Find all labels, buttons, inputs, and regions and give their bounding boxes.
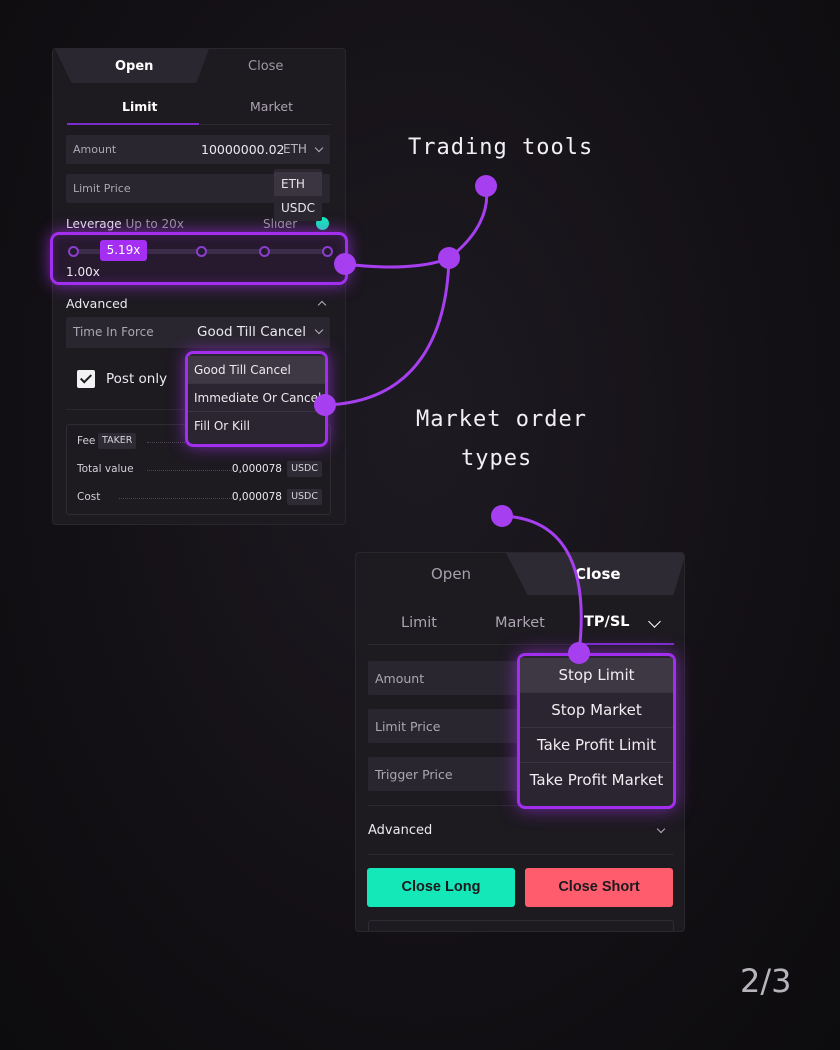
summary-box	[368, 920, 674, 931]
tif-option-good-till-cancel[interactable]: Good Till Cancel	[188, 356, 325, 384]
limit-price-label: Limit Price	[375, 719, 441, 734]
subtab-limit[interactable]: Limit	[122, 99, 158, 114]
connector-slider-to-hub	[344, 256, 450, 269]
market-order-heading-line1: Market order	[416, 407, 587, 432]
leverage-current-value: 1.00x	[66, 265, 100, 279]
subtab-tpsl[interactable]: TP/SL	[584, 614, 630, 630]
cost-row: Cost 0,000078 USDC	[77, 489, 322, 505]
amount-label: Amount	[375, 671, 425, 686]
subtab-market[interactable]: Market	[495, 615, 545, 631]
trading-tools-heading: Trading tools	[408, 135, 594, 160]
amount-currency[interactable]: ETH	[283, 142, 307, 156]
tab-close[interactable]: Close	[575, 565, 621, 583]
leverage-label-row: Leverage Up to 20x	[66, 217, 184, 231]
order-type-subtabs: Limit Market TP/SL	[368, 605, 674, 645]
slider-step-dot[interactable]	[259, 246, 270, 257]
connector-hub-to-trading-tools	[448, 185, 489, 260]
leverage-slider-handle[interactable]: 5.19x	[100, 240, 147, 261]
order-type-dropdown: Stop Limit Stop Market Take Profit Limit…	[517, 653, 676, 809]
leverage-slider-highlight: 5.19x 1.00x	[50, 232, 348, 285]
leverage-label: Leverage	[66, 217, 122, 231]
tab-close[interactable]: Close	[248, 59, 283, 74]
tif-option-fill-or-kill[interactable]: Fill Or Kill	[188, 412, 325, 440]
chevron-down-icon[interactable]	[314, 325, 324, 335]
total-value-row: Total value 0,000078 USDC	[77, 461, 322, 477]
time-in-force-value[interactable]: Good Till Cancel	[197, 324, 306, 340]
subtab-market[interactable]: Market	[250, 99, 293, 114]
cost-value: 0,000078	[231, 491, 282, 503]
tab-open-background	[55, 49, 209, 83]
slider-step-dot[interactable]	[196, 246, 207, 257]
time-in-force-field[interactable]: Time In Force Good Till Cancel	[66, 317, 330, 348]
connector-node	[438, 247, 460, 269]
connector-node	[334, 253, 356, 275]
post-only-label: Post only	[106, 371, 168, 387]
currency-option-eth[interactable]: ETH	[274, 172, 322, 196]
total-value-label: Total value	[77, 463, 134, 475]
connector-node	[491, 505, 513, 527]
tab-open[interactable]: Open	[431, 565, 471, 583]
page-indicator: 2/3	[740, 962, 792, 1000]
fee-label: Fee	[77, 435, 96, 447]
amount-label: Amount	[73, 143, 117, 156]
close-short-button[interactable]: Close Short	[525, 868, 673, 907]
advanced-label[interactable]: Advanced	[368, 823, 432, 838]
order-option-take-profit-market[interactable]: Take Profit Market	[520, 763, 673, 798]
tif-option-immediate-or-cancel[interactable]: Immediate Or Cancel	[188, 384, 325, 412]
trigger-price-field[interactable]: Trigger Price	[368, 757, 528, 791]
currency-option-usdc[interactable]: USDC	[274, 196, 322, 220]
limit-price-field[interactable]: Limit Price	[368, 709, 528, 743]
cost-label: Cost	[77, 491, 101, 503]
market-order-heading-line2: types	[461, 446, 533, 471]
advanced-label[interactable]: Advanced	[66, 296, 128, 311]
tab-open[interactable]: Open	[115, 59, 153, 74]
currency-dropdown: ETH USDC	[274, 169, 322, 221]
total-value-unit: USDC	[287, 461, 322, 477]
cost-unit: USDC	[287, 489, 322, 505]
connector-node	[568, 642, 590, 664]
dotted-leader	[147, 470, 232, 471]
order-type-subtabs: Limit Market	[67, 93, 331, 125]
chevron-down-icon[interactable]	[648, 615, 661, 628]
fee-badge: TAKER	[98, 433, 137, 449]
slider-step-dot[interactable]	[322, 246, 333, 257]
amount-field[interactable]: Amount	[368, 661, 528, 695]
subtab-active-indicator	[67, 123, 199, 125]
order-option-stop-market[interactable]: Stop Market	[520, 693, 673, 728]
post-only-checkbox[interactable]	[77, 370, 95, 388]
order-option-take-profit-limit[interactable]: Take Profit Limit	[520, 728, 673, 763]
subtab-limit[interactable]: Limit	[401, 615, 437, 631]
dotted-leader	[119, 498, 232, 499]
amount-value[interactable]: 10000000.02	[201, 142, 285, 157]
order-option-stop-limit[interactable]: Stop Limit	[520, 658, 673, 693]
chevron-down-icon[interactable]	[656, 824, 666, 834]
open-close-tabs: Open Close	[53, 49, 345, 83]
trigger-price-label: Trigger Price	[375, 767, 453, 782]
time-in-force-dropdown: Good Till Cancel Immediate Or Cancel Fil…	[185, 351, 328, 447]
total-value: 0,000078	[231, 463, 282, 475]
leverage-hint: Up to 20x	[125, 217, 184, 231]
connector-node	[314, 394, 336, 416]
subtab-active-indicator	[576, 643, 674, 645]
divider	[368, 854, 674, 855]
close-long-button[interactable]: Close Long	[367, 868, 515, 907]
time-in-force-label: Time In Force	[73, 325, 154, 339]
amount-field[interactable]: Amount 10000000.02 ETH	[66, 135, 330, 164]
chevron-down-icon[interactable]	[314, 143, 324, 153]
slider-step-dot[interactable]	[68, 246, 79, 257]
limit-price-label: Limit Price	[73, 182, 131, 195]
connector-node	[475, 175, 497, 197]
